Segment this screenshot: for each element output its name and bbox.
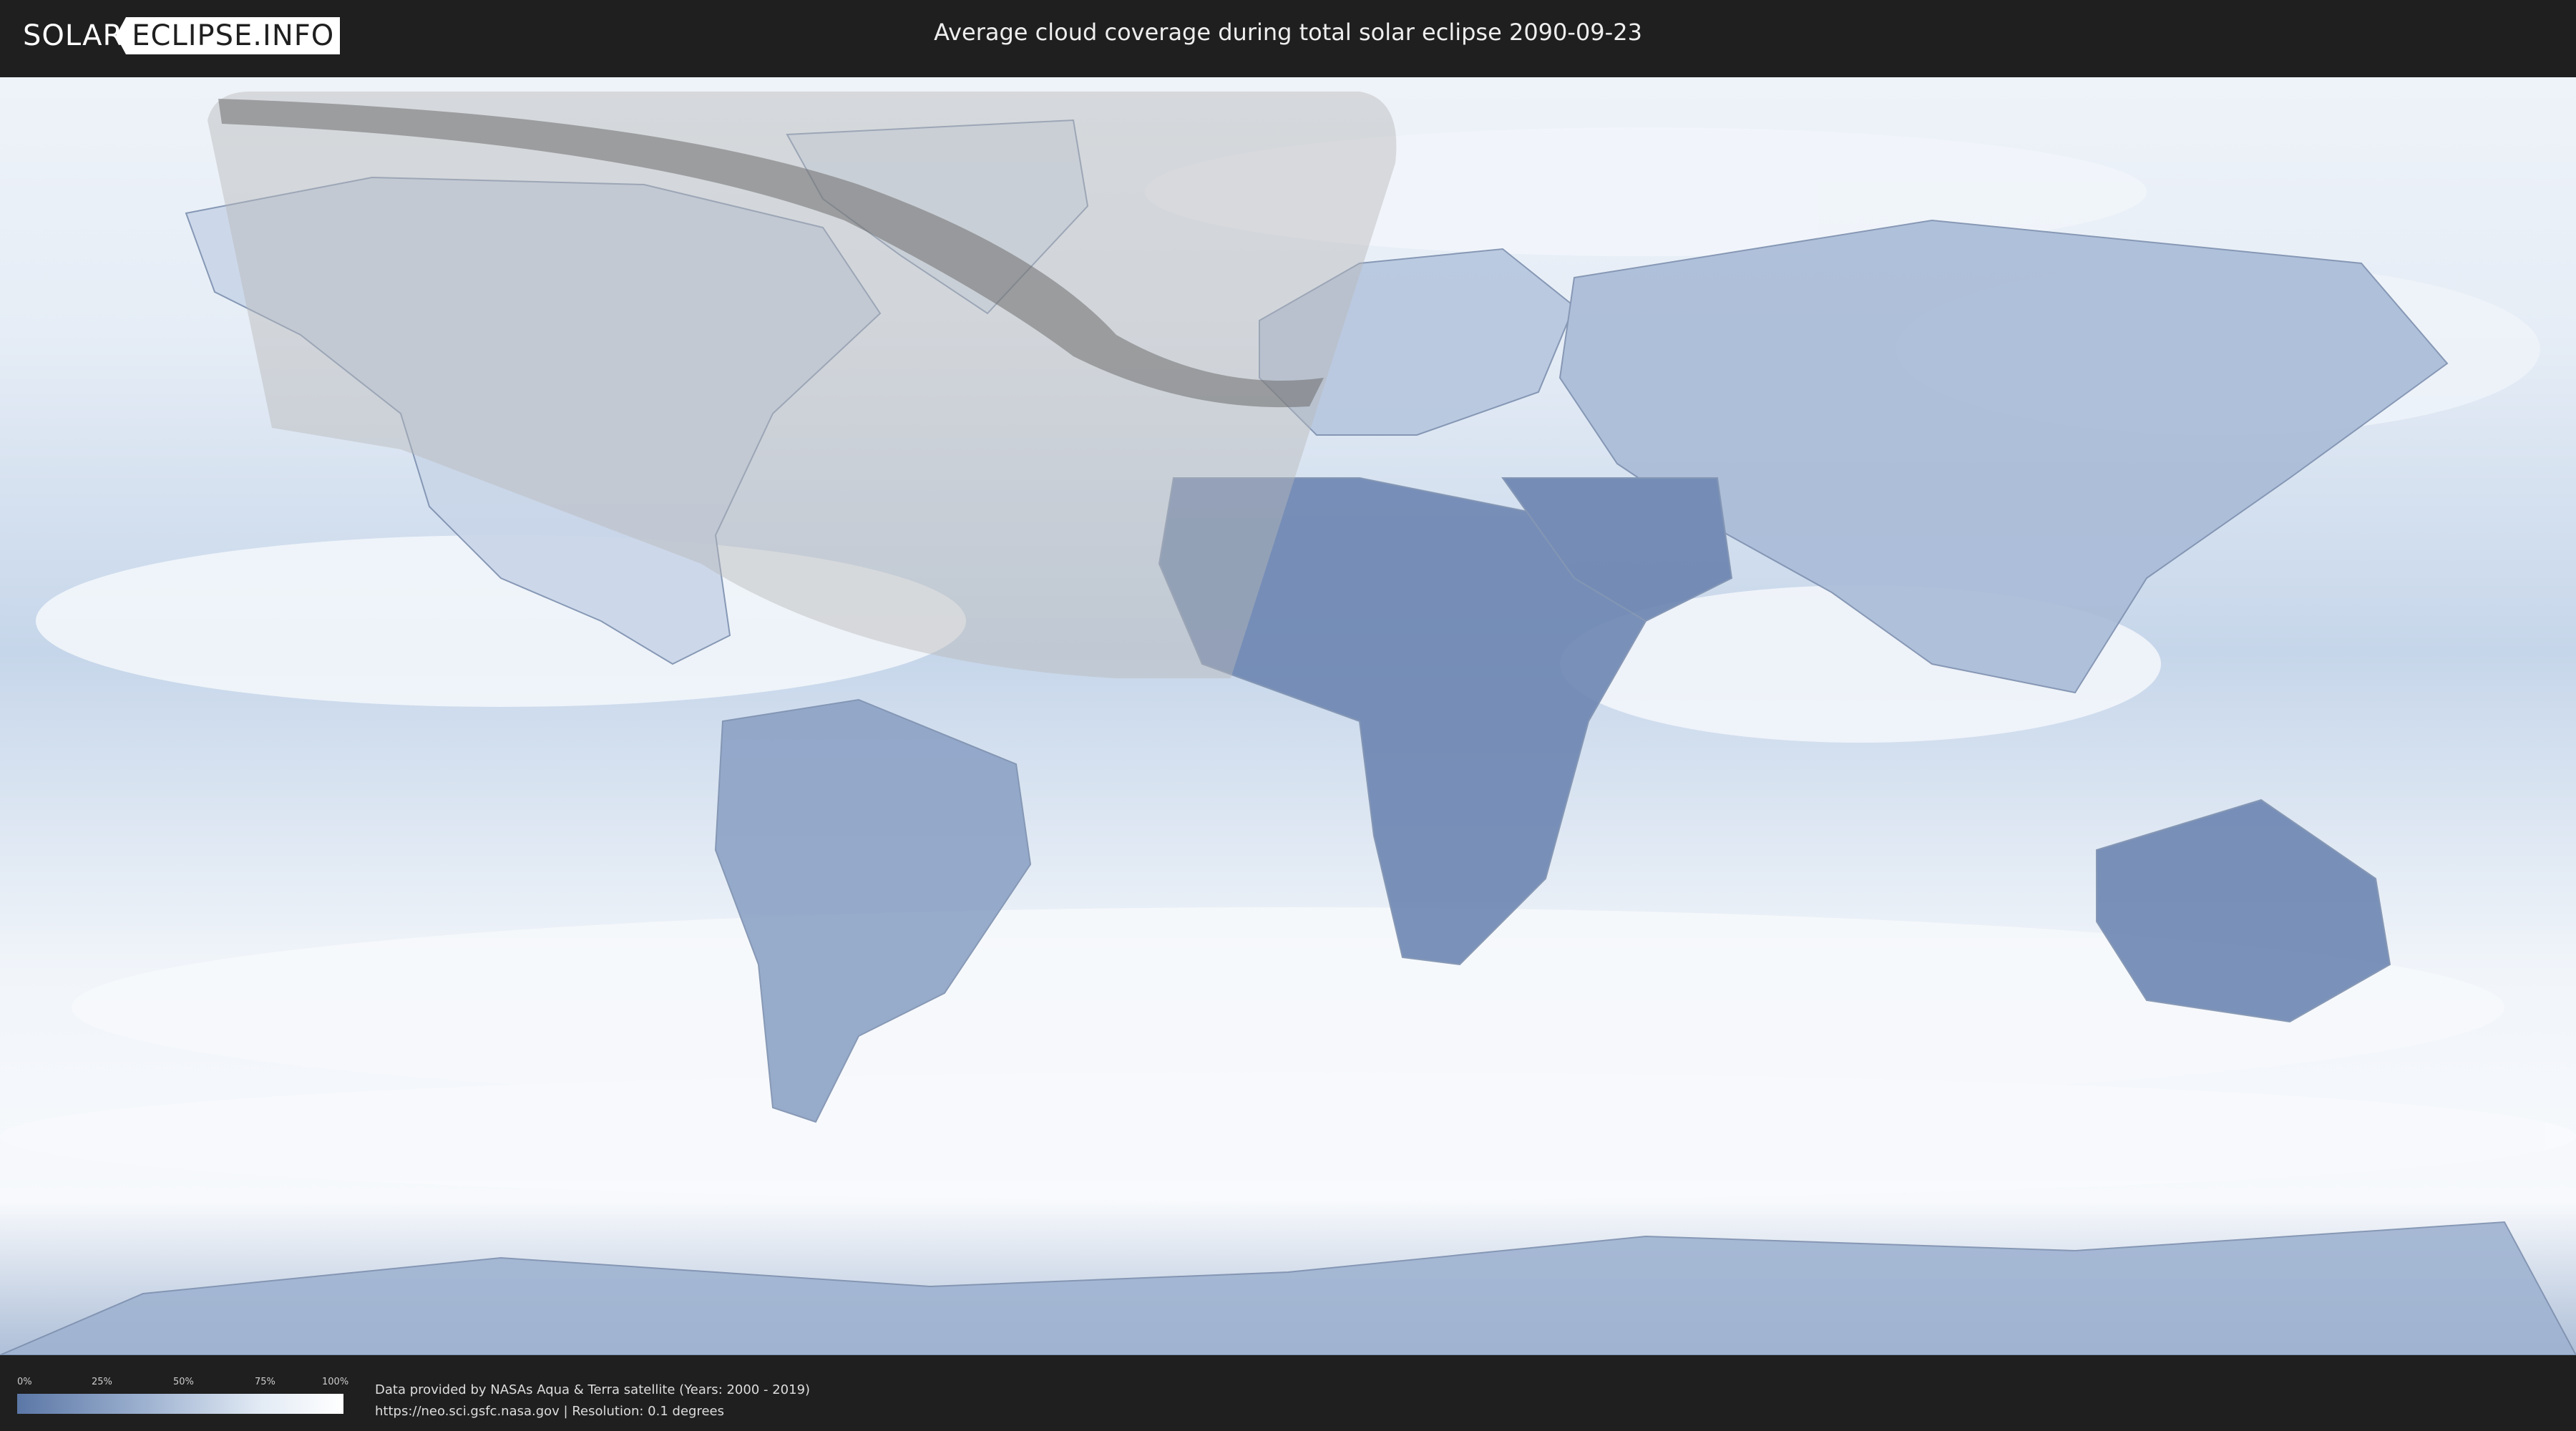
legend-tick-100: 100%	[322, 1377, 349, 1387]
header-bar: SOLAR ECLIPSE.INFO Average cloud coverag…	[0, 0, 2576, 72]
footer-bar: 0% 25% 50% 75% 100% Data provided by NAS…	[0, 1359, 2576, 1431]
legend-tick-75: 75%	[255, 1377, 275, 1387]
legend-tick-0: 0%	[17, 1377, 32, 1387]
cloud-coverage-legend: 0% 25% 50% 75% 100%	[17, 1377, 348, 1414]
credits-line-1: Data provided by NASAs Aqua & Terra sate…	[375, 1382, 811, 1397]
legend-tick-50: 50%	[173, 1377, 194, 1387]
legend-tick-25: 25%	[92, 1377, 112, 1387]
data-credits: Data provided by NASAs Aqua & Terra sate…	[375, 1379, 810, 1422]
legend-ticks: 0% 25% 50% 75% 100%	[17, 1377, 348, 1391]
legend-gradient-bar	[17, 1394, 343, 1414]
credits-line-2: https://neo.sci.gsfc.nasa.gov | Resoluti…	[375, 1404, 724, 1419]
world-map-graphic	[0, 77, 2576, 1355]
cloud-coverage-map	[0, 77, 2576, 1355]
page-title: Average cloud coverage during total sola…	[934, 19, 1642, 46]
